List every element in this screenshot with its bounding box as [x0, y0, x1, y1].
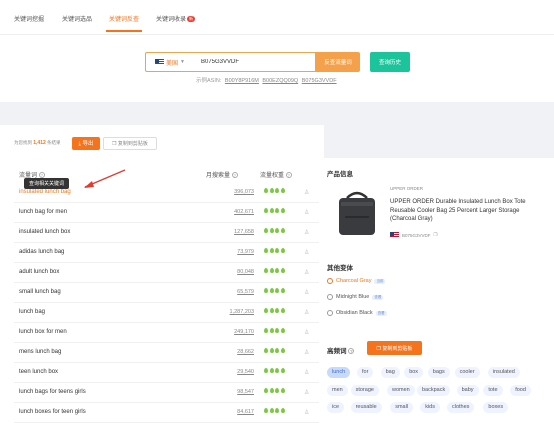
variant-tag: 查看: [372, 294, 384, 300]
radio-icon: [327, 278, 333, 284]
product-brand: UPPER ORDER: [390, 186, 424, 191]
frequent-word-chip[interactable]: ice: [327, 402, 345, 413]
variant-item[interactable]: Obsidian Black 查看: [327, 310, 387, 316]
product-title[interactable]: UPPER ORDER Durable Insulated Lunch Box …: [390, 198, 542, 224]
frequent-word-chip[interactable]: bag: [380, 367, 400, 378]
us-flag-icon: [390, 232, 399, 238]
product-asin: B075G3VVDF ❐: [390, 232, 438, 238]
variant-item[interactable]: Charcoal Gray 当前: [327, 278, 386, 284]
frequent-word-chip[interactable]: kids: [420, 402, 440, 413]
frequent-word-chip[interactable]: reusable: [350, 402, 382, 413]
frequent-word-chip[interactable]: bags: [427, 367, 450, 378]
copy-words-button[interactable]: ❐ 复制到剪贴板: [367, 341, 422, 355]
frequent-word-chip[interactable]: food: [510, 385, 531, 396]
radio-icon: [327, 294, 333, 300]
frequent-word-chip[interactable]: storage: [350, 385, 379, 396]
product-asin-value: B075G3VVDF: [402, 232, 431, 238]
frequent-word-chip[interactable]: clothes: [447, 402, 475, 413]
frequent-word-chip[interactable]: backpack: [417, 385, 451, 396]
frequent-word-chip[interactable]: boxes: [483, 402, 509, 413]
frequent-words-title: 高频词 ?: [327, 345, 355, 355]
radio-icon: [327, 310, 333, 316]
frequent-word-chip[interactable]: baby: [456, 385, 479, 396]
frequent-word-chip[interactable]: for: [357, 367, 374, 378]
frequent-words-label: 高频词: [327, 348, 347, 355]
variant-label: Charcoal Gray: [336, 278, 372, 284]
variant-tag: 当前: [374, 278, 386, 284]
frequent-word-chip[interactable]: lunch: [327, 367, 351, 378]
variants-title: 其他变体: [327, 265, 353, 272]
copy-icon: ❐: [376, 345, 382, 352]
variant-tag: 查看: [375, 310, 387, 316]
frequent-word-chip[interactable]: women: [387, 385, 415, 396]
variant-item[interactable]: Midnight Blue 查看: [327, 294, 384, 300]
copy-words-label: 复制到剪贴板: [382, 345, 413, 352]
frequent-word-chip[interactable]: small: [390, 402, 414, 413]
variant-label: Obsidian Black: [336, 310, 373, 316]
frequent-word-chip[interactable]: cooler: [454, 367, 480, 378]
frequent-word-chip[interactable]: tote: [483, 385, 503, 396]
product-info-title: 产品信息: [327, 171, 353, 178]
variant-label: Midnight Blue: [336, 294, 370, 300]
help-icon[interactable]: ?: [348, 348, 355, 354]
frequent-word-chip[interactable]: box: [404, 367, 424, 378]
product-image[interactable]: [331, 188, 383, 238]
copy-icon[interactable]: ❐: [434, 232, 438, 238]
frequent-word-chip[interactable]: insulated: [487, 367, 520, 378]
frequent-word-chip[interactable]: men: [327, 385, 348, 396]
